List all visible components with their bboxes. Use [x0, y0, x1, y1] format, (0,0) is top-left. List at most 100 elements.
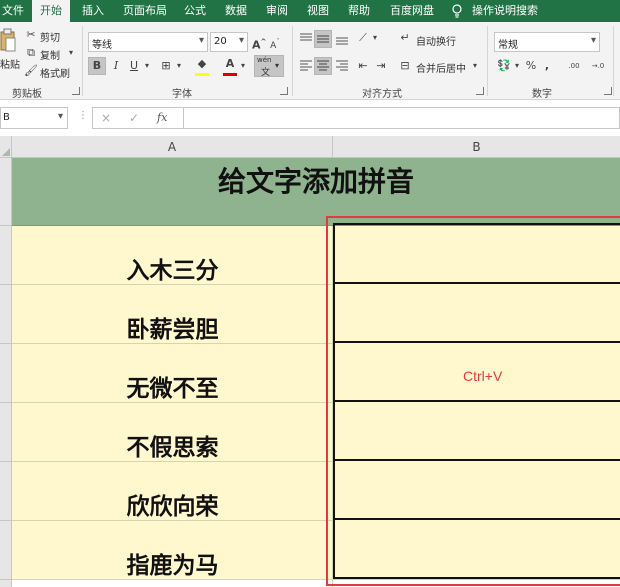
- chevron-down-icon: ▾: [238, 35, 244, 46]
- number-launcher-icon[interactable]: [604, 87, 612, 95]
- fill-color-swatch: [195, 73, 209, 76]
- align-right-icon[interactable]: [334, 59, 350, 73]
- clipboard-launcher-icon[interactable]: [72, 87, 80, 95]
- bold-button[interactable]: B: [88, 57, 106, 75]
- chevron-down-icon[interactable]: ▾: [174, 58, 184, 74]
- comma-style-button[interactable]: ,: [542, 58, 552, 74]
- align-middle-button[interactable]: [314, 30, 332, 48]
- merge-center-icon: ⊟: [400, 59, 410, 72]
- font-size-select[interactable]: 20 ▾: [210, 32, 248, 52]
- tab-file[interactable]: 文件: [2, 0, 24, 22]
- chevron-down-icon[interactable]: ▾: [142, 58, 152, 74]
- insert-function-icon[interactable]: fx: [157, 111, 167, 124]
- splitter-icon[interactable]: ⋮: [78, 110, 88, 121]
- chevron-down-icon[interactable]: ▾: [512, 58, 522, 74]
- row-header[interactable]: [0, 521, 12, 580]
- formula-input[interactable]: [184, 107, 620, 129]
- number-format-select[interactable]: 常规 ▾: [494, 32, 600, 52]
- enter-icon[interactable]: ✓: [129, 111, 139, 125]
- tab-review[interactable]: 审阅: [266, 0, 288, 22]
- column-header-a[interactable]: A: [12, 136, 333, 158]
- paste-button-label[interactable]: 粘贴: [0, 56, 20, 71]
- formula-bar: B ▾ ⋮ × ✓ fx: [0, 100, 620, 136]
- format-painter-button[interactable]: 格式刷: [40, 65, 70, 80]
- cut-button[interactable]: 剪切: [40, 29, 60, 44]
- copy-icon: ⧉: [27, 46, 35, 59]
- chevron-down-icon[interactable]: ▾: [238, 58, 248, 74]
- row-header[interactable]: [0, 580, 12, 587]
- shrink-font-icon[interactable]: Aˇ: [268, 34, 282, 54]
- cell-a-row[interactable]: [12, 580, 333, 587]
- idiom-text: 卧薪尝胆: [126, 317, 219, 343]
- ribbon: 粘贴 ✂ 剪切 ⧉ 复制 ▾ 🖌 格式刷 剪贴板 等线 ▾ 20 ▾ A^ Aˇ…: [0, 22, 620, 100]
- lightbulb-icon: [452, 4, 462, 18]
- decrease-indent-icon[interactable]: ⇤: [356, 58, 370, 74]
- alignment-launcher-icon[interactable]: [476, 87, 484, 95]
- cell-a-row[interactable]: 入木三分: [12, 226, 333, 285]
- row-header[interactable]: [0, 462, 12, 521]
- font-color-icon[interactable]: A: [222, 56, 238, 72]
- currency-icon[interactable]: 💱: [496, 58, 512, 74]
- tab-view[interactable]: 视图: [307, 0, 329, 22]
- group-divider: [613, 26, 614, 96]
- align-bottom-icon[interactable]: [334, 32, 350, 46]
- row-header[interactable]: [0, 158, 12, 226]
- tell-me-search[interactable]: 操作说明搜索: [472, 0, 538, 22]
- tab-insert[interactable]: 插入: [82, 0, 104, 22]
- merge-center-button[interactable]: 合并后居中: [416, 60, 466, 75]
- increase-indent-icon[interactable]: ⇥: [374, 58, 388, 74]
- font-size-value: 20: [214, 36, 227, 47]
- percent-button[interactable]: %: [524, 58, 538, 74]
- cancel-icon[interactable]: ×: [101, 111, 111, 125]
- number-format-value: 常规: [498, 40, 518, 51]
- align-center-icon: [317, 60, 329, 71]
- cell-a-row[interactable]: 不假思索: [12, 403, 333, 462]
- increase-decimal-icon[interactable]: .00: [564, 58, 584, 74]
- align-top-icon[interactable]: [298, 32, 314, 46]
- phonetic-guide-button[interactable]: wén 文 ▾: [254, 55, 284, 78]
- name-box[interactable]: B ▾: [0, 107, 68, 129]
- borders-icon[interactable]: ⊞: [158, 58, 174, 74]
- cell-a-row[interactable]: 无微不至: [12, 344, 333, 403]
- tab-formulas[interactable]: 公式: [184, 0, 206, 22]
- wrap-text-button[interactable]: 自动换行: [416, 33, 456, 48]
- decrease-decimal-icon[interactable]: →.0: [588, 58, 608, 74]
- select-all-triangle-icon: [2, 148, 10, 156]
- chevron-down-icon[interactable]: ▾: [370, 30, 380, 46]
- cell-a-row[interactable]: 欣欣向荣: [12, 462, 333, 521]
- name-box-value: B: [3, 112, 10, 123]
- tab-baidu-netdisk[interactable]: 百度网盘: [390, 0, 434, 22]
- row-header[interactable]: [0, 344, 12, 403]
- tab-home[interactable]: 开始: [32, 0, 70, 22]
- tab-help[interactable]: 帮助: [348, 0, 370, 22]
- column-header-b[interactable]: B: [333, 136, 620, 158]
- chevron-down-icon: ▾: [590, 35, 596, 46]
- paste-icon[interactable]: [0, 28, 16, 54]
- row-header[interactable]: [0, 285, 12, 344]
- align-center-button[interactable]: [314, 57, 332, 75]
- font-name-select[interactable]: 等线 ▾: [88, 32, 208, 52]
- align-left-icon[interactable]: [298, 59, 314, 73]
- grow-font-icon[interactable]: A^: [252, 34, 266, 54]
- font-group-label: 字体: [172, 89, 192, 100]
- italic-button[interactable]: I: [108, 58, 124, 74]
- underline-button[interactable]: U: [126, 58, 142, 74]
- orientation-icon[interactable]: ⟋: [356, 30, 370, 46]
- cell-a-row[interactable]: 卧薪尝胆: [12, 285, 333, 344]
- chevron-down-icon: ▾: [198, 35, 204, 46]
- font-launcher-icon[interactable]: [280, 87, 288, 95]
- select-all-button[interactable]: [0, 136, 12, 158]
- tab-data[interactable]: 数据: [225, 0, 247, 22]
- align-middle-icon: [317, 35, 329, 43]
- cell-a-row[interactable]: 指鹿为马: [12, 521, 333, 580]
- idiom-text: 入木三分: [126, 258, 219, 284]
- tab-page-layout[interactable]: 页面布局: [123, 0, 167, 22]
- copy-dropdown-icon[interactable]: ▾: [66, 45, 76, 61]
- chevron-down-icon[interactable]: ▾: [470, 58, 480, 74]
- font-color-swatch: [223, 73, 237, 76]
- fill-color-icon[interactable]: ◆: [194, 56, 210, 72]
- alignment-group-label: 对齐方式: [362, 89, 402, 100]
- row-header[interactable]: [0, 403, 12, 462]
- row-header[interactable]: [0, 226, 12, 285]
- copy-button[interactable]: 复制: [40, 47, 60, 62]
